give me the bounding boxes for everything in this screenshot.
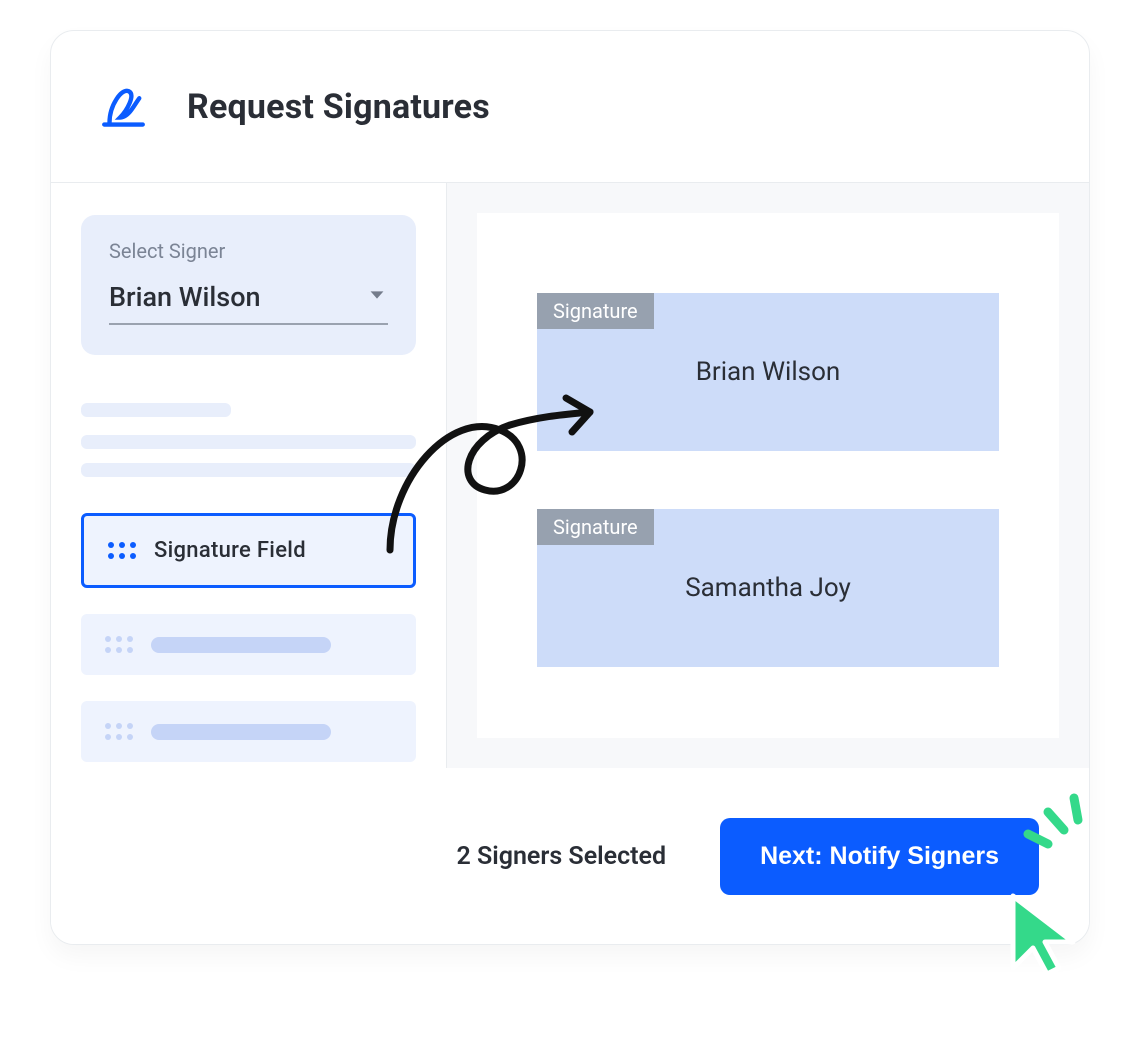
signature-box-name: Brian Wilson xyxy=(537,293,999,451)
next-notify-button[interactable]: Next: Notify Signers xyxy=(720,818,1039,895)
placeholder-line xyxy=(81,435,416,449)
placeholder-line xyxy=(151,637,331,653)
sidebar-placeholder-block xyxy=(81,403,416,477)
placeholder-line xyxy=(151,724,331,740)
modal-footer: 2 Signers Selected Next: Notify Signers xyxy=(51,768,1089,944)
modal-card: Request Signatures Select Signer Brian W… xyxy=(50,30,1090,945)
sidebar: Select Signer Brian Wilson xyxy=(51,183,446,768)
drag-handle-icon xyxy=(105,636,133,653)
field-placeholder[interactable] xyxy=(81,701,416,762)
placeholder-line xyxy=(81,463,416,477)
document-area: Signature Brian Wilson Signature Samanth… xyxy=(447,183,1089,768)
signature-logo-icon xyxy=(99,79,155,135)
signature-box[interactable]: Signature Samantha Joy xyxy=(537,509,999,667)
field-signature-label: Signature Field xyxy=(154,538,306,563)
field-palette: Signature Field xyxy=(81,513,416,762)
chevron-down-icon xyxy=(366,284,388,310)
select-signer-dropdown[interactable]: Brian Wilson xyxy=(109,275,388,325)
signer-count-status: 2 Signers Selected xyxy=(456,842,666,871)
signature-box-name: Samantha Joy xyxy=(537,509,999,667)
drag-handle-icon xyxy=(108,542,136,559)
field-signature[interactable]: Signature Field xyxy=(81,513,416,588)
field-placeholder[interactable] xyxy=(81,614,416,675)
select-signer-label: Select Signer xyxy=(109,239,388,263)
modal-header: Request Signatures xyxy=(51,31,1089,183)
modal-title: Request Signatures xyxy=(187,87,490,127)
select-signer-value: Brian Wilson xyxy=(109,281,261,313)
signature-box[interactable]: Signature Brian Wilson xyxy=(537,293,999,451)
drag-handle-icon xyxy=(105,723,133,740)
document-canvas[interactable]: Signature Brian Wilson Signature Samanth… xyxy=(477,213,1059,738)
select-signer-panel: Select Signer Brian Wilson xyxy=(81,215,416,355)
placeholder-line xyxy=(81,403,231,417)
